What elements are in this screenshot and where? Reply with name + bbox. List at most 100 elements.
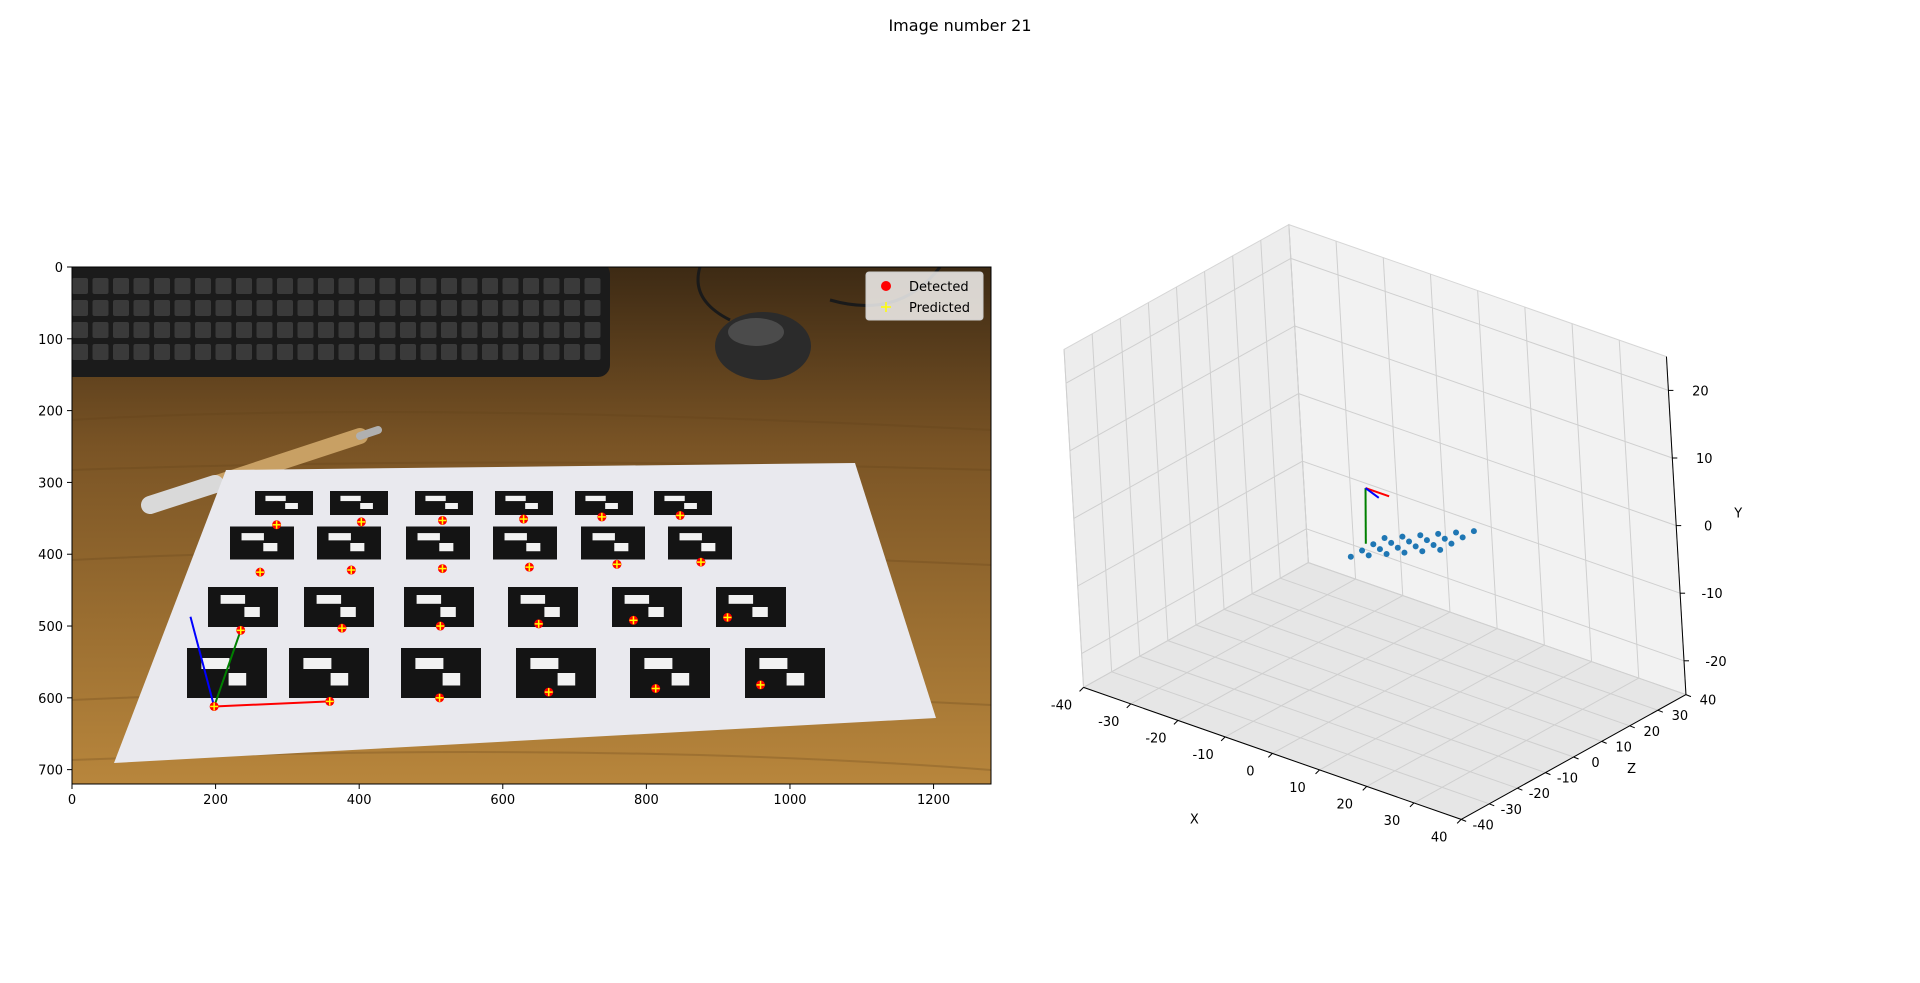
board-point: [1388, 539, 1395, 546]
board-point: [1459, 534, 1466, 541]
y-tick-label: -20: [1705, 655, 1726, 670]
keyboard-key: [236, 322, 252, 338]
keyboard-key: [564, 278, 580, 294]
keyboard-key: [174, 322, 191, 338]
aruco-marker: [745, 648, 825, 698]
board-point: [1406, 538, 1413, 545]
keyboard-key: [174, 344, 191, 360]
keyboard-key: [297, 278, 314, 294]
y-tick-label: 200: [38, 405, 63, 420]
board-point: [1470, 528, 1477, 535]
keyboard-key: [297, 300, 314, 316]
keyboard-key: [523, 322, 539, 338]
keyboard-key: [215, 344, 232, 360]
y-tick-label: 100: [38, 333, 63, 348]
y-tick-label: 700: [38, 764, 63, 779]
keyboard-key: [256, 300, 273, 316]
board-point: [1359, 547, 1366, 554]
x-tick: [1267, 753, 1273, 758]
keyboard-key: [338, 322, 355, 338]
keyboard-key: [400, 300, 416, 316]
board-point: [1430, 542, 1437, 549]
z-tick-label: -30: [1501, 803, 1522, 818]
keyboard-key: [318, 344, 334, 360]
3d-pose-plot: -40 -30 -20 -10 0 10 20 30 40 X -40 -30 -20 -10 0 10 20 3…: [1051, 223, 1742, 845]
keyboard-key: [359, 322, 375, 338]
keyboard-key: [92, 322, 109, 338]
keyboard-key: [441, 278, 457, 294]
keyboard-key: [379, 322, 396, 338]
board-point: [1401, 549, 1408, 556]
aruco-marker: [406, 526, 470, 560]
z-tick: [1657, 709, 1664, 713]
x-tick-label: -30: [1098, 715, 1119, 730]
x-tick-label: 40: [1431, 830, 1448, 845]
keyboard-key: [277, 344, 293, 360]
keyboard-key: [277, 322, 293, 338]
keyboard-key: [420, 278, 437, 294]
y-tick-label: 0: [55, 261, 63, 276]
keyboard-key: [441, 322, 457, 338]
keyboard-key: [482, 322, 498, 338]
keyboard-key: [523, 278, 539, 294]
x-tick-label: 0: [1246, 764, 1254, 779]
y-tick-label: 20: [1692, 384, 1709, 399]
keyboard-key: [564, 344, 580, 360]
keyboard-key: [195, 344, 211, 360]
aruco-marker: [255, 491, 313, 515]
x-tick: [1220, 736, 1226, 742]
x-tick-label: 1200: [917, 793, 950, 808]
keyboard-key: [359, 300, 375, 316]
z-tick-label: -20: [1529, 787, 1550, 802]
keyboard-key: [502, 344, 519, 360]
aruco-marker: [230, 526, 294, 560]
keyboard-key: [174, 278, 191, 294]
keyboard-key: [256, 344, 273, 360]
aruco-marker: [581, 526, 645, 560]
keyboard-key: [72, 300, 88, 316]
x-tick-label: 400: [347, 793, 372, 808]
board-point: [1376, 546, 1383, 553]
keyboard-key: [318, 300, 334, 316]
keyboard-key: [113, 300, 129, 316]
keyboard-key: [400, 322, 416, 338]
keyboard-key: [482, 278, 498, 294]
keyboard-key: [564, 322, 580, 338]
keyboard-key: [420, 300, 437, 316]
board-point: [1448, 540, 1455, 547]
board-point: [1365, 552, 1372, 559]
keyboard-key: [72, 344, 88, 360]
aruco-marker: [304, 587, 374, 627]
board-point: [1370, 541, 1377, 548]
z-tick-label: -10: [1557, 772, 1578, 787]
keyboard-key: [236, 344, 252, 360]
keyboard-key: [215, 300, 232, 316]
aruco-marker: [317, 526, 381, 560]
z-tick: [1489, 803, 1495, 807]
y-tick-label: 400: [38, 548, 63, 563]
legend: Detected Predicted: [865, 271, 984, 321]
board-point: [1399, 533, 1406, 540]
keyboard-key: [584, 322, 601, 338]
keyboard-key: [543, 344, 560, 360]
keyboard-key: [543, 278, 560, 294]
keyboard-key: [215, 278, 232, 294]
keyboard-key: [72, 278, 88, 294]
keyboard-key: [236, 278, 252, 294]
keyboard-key: [584, 278, 601, 294]
aruco-marker: [493, 526, 557, 560]
z-tick: [1573, 756, 1579, 760]
keyboard-key: [256, 322, 273, 338]
keyboard-key: [543, 322, 560, 338]
board-point: [1435, 530, 1442, 537]
z-tick: [1629, 725, 1635, 729]
aruco-marker: [516, 648, 596, 698]
aruco-marker: [612, 587, 682, 627]
z-tick: [1545, 772, 1551, 776]
x-tick-label: -40: [1051, 698, 1072, 713]
keyboard-key: [379, 278, 396, 294]
keyboard-key: [482, 344, 498, 360]
board-point: [1417, 532, 1424, 539]
x-tick-label: 800: [634, 793, 659, 808]
board-point: [1419, 548, 1426, 555]
